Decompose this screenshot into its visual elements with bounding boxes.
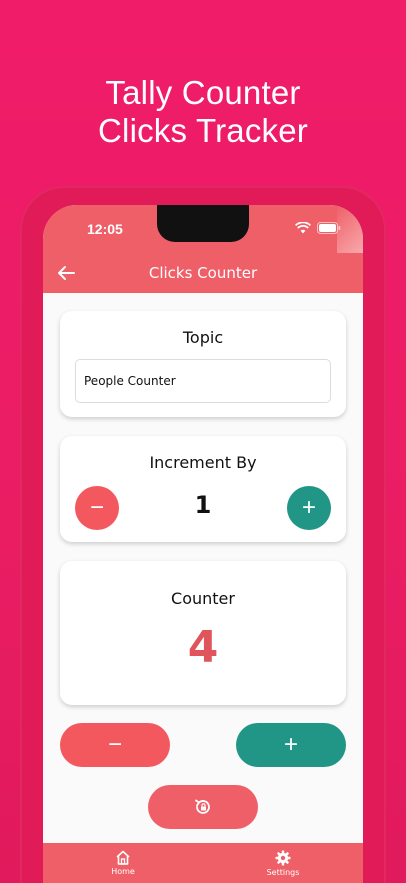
- increment-label: Increment By: [149, 453, 257, 472]
- decrement-button[interactable]: −: [60, 723, 170, 767]
- wifi-icon: [295, 222, 311, 234]
- status-bar: 12:05: [43, 205, 363, 253]
- app-title: Clicks Counter: [148, 264, 258, 282]
- topic-label: Topic: [182, 328, 224, 347]
- main-content: Topic Increment By − 1 + Counter 4 − +: [43, 293, 363, 845]
- increment-card: Increment By − 1 +: [60, 436, 346, 542]
- status-time: 12:05: [87, 221, 123, 237]
- nav-label-home: Home: [111, 867, 135, 876]
- nav-label-settings: Settings: [266, 868, 300, 877]
- nav-item-home[interactable]: Home: [83, 850, 163, 876]
- reset-button[interactable]: [148, 785, 258, 829]
- counter-label: Counter: [171, 589, 235, 608]
- topic-card: Topic: [60, 311, 346, 417]
- app-screen: 12:05 Clicks Counter Topic Increm: [43, 205, 363, 883]
- home-icon: [116, 850, 130, 865]
- increment-increase-button[interactable]: +: [287, 486, 331, 530]
- camera-notch: [157, 205, 249, 242]
- headline-line-1: Tally Counter: [105, 74, 301, 111]
- reset-lock-icon: [195, 799, 210, 814]
- increment-button[interactable]: +: [236, 723, 346, 767]
- topic-input[interactable]: [75, 359, 331, 403]
- counter-card: Counter 4: [60, 561, 346, 705]
- headline-line-2: Clicks Tracker: [98, 112, 308, 149]
- promo-headline: Tally Counter Clicks Tracker: [0, 74, 406, 150]
- status-icons: [295, 222, 341, 234]
- app-bar: Clicks Counter: [43, 253, 363, 293]
- back-arrow-icon[interactable]: [55, 262, 77, 284]
- bottom-navigation: Home Settings: [43, 843, 363, 883]
- battery-icon: [317, 222, 341, 234]
- nav-item-settings[interactable]: Settings: [243, 850, 323, 877]
- counter-value: 4: [187, 622, 219, 673]
- gear-icon: [275, 850, 291, 866]
